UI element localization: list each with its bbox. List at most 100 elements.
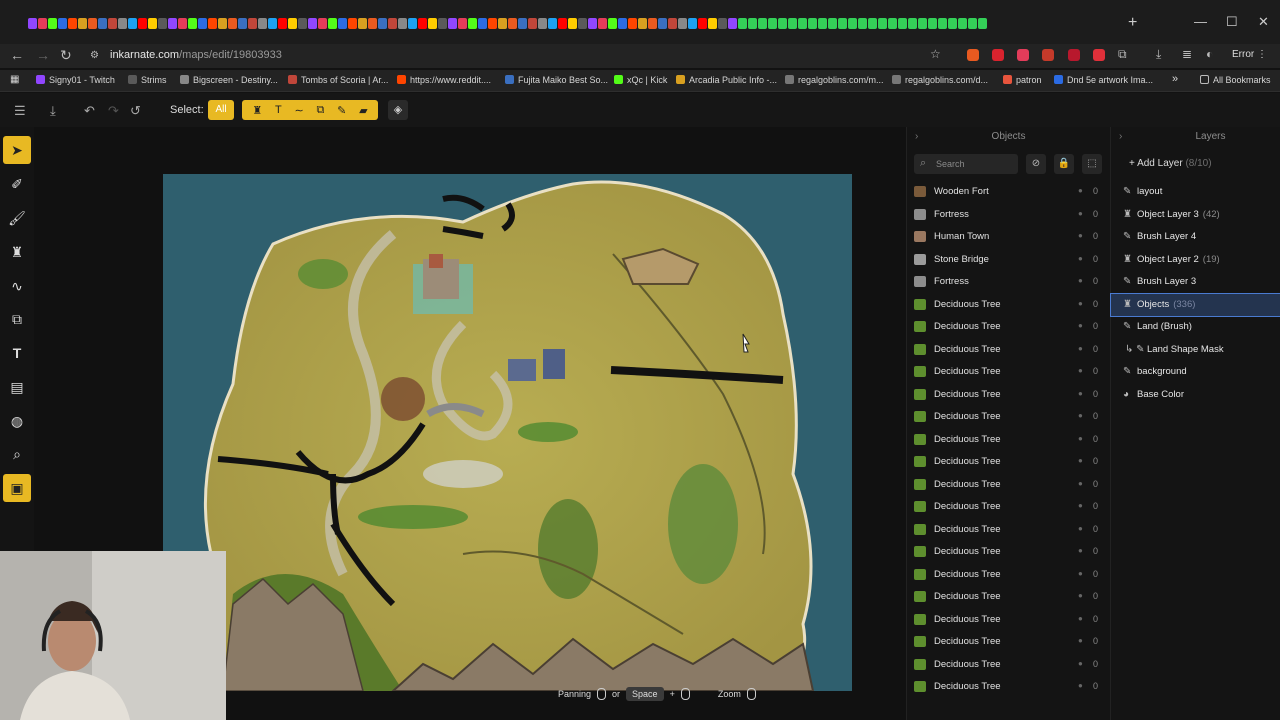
visibility-dot-icon[interactable]: ● bbox=[1078, 344, 1083, 353]
redo-icon[interactable]: ↷ bbox=[108, 103, 119, 119]
tab-favicon-icon[interactable] bbox=[128, 18, 137, 29]
tab-favicon-icon[interactable] bbox=[368, 18, 377, 29]
tab-favicon-icon[interactable] bbox=[888, 18, 897, 29]
hide-visibility-icon[interactable]: ⊘ bbox=[1026, 154, 1046, 174]
reading-list-icon[interactable]: ≣ bbox=[1182, 47, 1192, 61]
tab-favicon-icon[interactable] bbox=[538, 18, 547, 29]
all-bookmarks-link[interactable]: All Bookmarks bbox=[1200, 75, 1271, 85]
visibility-dot-icon[interactable]: ● bbox=[1078, 591, 1083, 600]
tab-favicon-icon[interactable] bbox=[228, 18, 237, 29]
brush-tool-icon[interactable]: 🖌 bbox=[3, 204, 31, 232]
visibility-dot-icon[interactable]: ● bbox=[1078, 681, 1083, 690]
site-info-icon[interactable]: ⚙ bbox=[90, 50, 99, 61]
tab-favicon-icon[interactable] bbox=[758, 18, 767, 29]
object-list-item[interactable]: Deciduous Tree ● 0 bbox=[907, 406, 1111, 429]
tab-favicon-icon[interactable] bbox=[468, 18, 477, 29]
map-image[interactable] bbox=[163, 174, 852, 691]
select-all-button[interactable]: All bbox=[208, 100, 234, 120]
tab-favicon-icon[interactable] bbox=[168, 18, 177, 29]
tab-favicon-icon[interactable] bbox=[568, 18, 577, 29]
bookmark-link[interactable]: Bigscreen - Destiny... bbox=[180, 75, 278, 85]
tab-favicon-icon[interactable] bbox=[88, 18, 97, 29]
tab-favicon-icon[interactable] bbox=[598, 18, 607, 29]
new-tab-icon[interactable]: + bbox=[1128, 14, 1137, 32]
tab-favicon-icon[interactable] bbox=[388, 18, 397, 29]
error-button[interactable]: Error ⋮ bbox=[1232, 49, 1267, 60]
tab-favicon-icon[interactable] bbox=[438, 18, 447, 29]
layer-item[interactable]: ✎ layout bbox=[1111, 181, 1280, 204]
tab-favicon-icon[interactable] bbox=[138, 18, 147, 29]
tab-favicon-icon[interactable] bbox=[308, 18, 317, 29]
tab-favicon-icon[interactable] bbox=[898, 18, 907, 29]
visibility-dot-icon[interactable]: ● bbox=[1078, 209, 1083, 218]
tab-favicon-icon[interactable] bbox=[638, 18, 647, 29]
tab-favicon-icon[interactable] bbox=[298, 18, 307, 29]
bookmark-link[interactable]: regalgoblins.com/m... bbox=[785, 75, 884, 85]
tab-favicon-icon[interactable] bbox=[688, 18, 697, 29]
maximize-icon[interactable]: ☐ bbox=[1226, 14, 1238, 30]
visibility-dot-icon[interactable]: ● bbox=[1078, 299, 1083, 308]
tab-favicon-icon[interactable] bbox=[958, 18, 967, 29]
tab-favicon-icon[interactable] bbox=[58, 18, 67, 29]
document-tool-icon[interactable]: ▤ bbox=[3, 373, 31, 401]
tab-favicon-icon[interactable] bbox=[508, 18, 517, 29]
bookmark-link[interactable]: Signy01 - Twitch bbox=[36, 75, 115, 85]
object-list-item[interactable]: Fortress ● 0 bbox=[907, 204, 1111, 227]
pointer-tool-icon[interactable]: ➤ bbox=[3, 136, 31, 164]
add-layer-button[interactable]: + Add Layer (8/10) bbox=[1117, 154, 1275, 174]
reload-icon[interactable]: ↻ bbox=[60, 47, 72, 64]
object-list-item[interactable]: Deciduous Tree ● 0 bbox=[907, 474, 1111, 497]
tab-favicon-icon[interactable] bbox=[978, 18, 987, 29]
close-window-icon[interactable]: ✕ bbox=[1258, 14, 1269, 30]
url-field[interactable]: inkarnate.com/maps/edit/19803933 bbox=[110, 49, 282, 61]
human-town-object[interactable] bbox=[508, 359, 536, 381]
path-tool-icon[interactable]: ∿ bbox=[3, 272, 31, 300]
tab-favicon-icon[interactable] bbox=[658, 18, 667, 29]
tab-favicon-icon[interactable] bbox=[38, 18, 47, 29]
tab-favicon-icon[interactable] bbox=[118, 18, 127, 29]
tab-favicon-icon[interactable] bbox=[648, 18, 657, 29]
layer-item[interactable]: ♜ Objects (336) bbox=[1110, 292, 1280, 317]
chevron-right-icon[interactable]: › bbox=[1119, 131, 1122, 142]
tab-favicon-icon[interactable] bbox=[778, 18, 787, 29]
visibility-dot-icon[interactable]: ● bbox=[1078, 254, 1083, 263]
visibility-dot-icon[interactable]: ● bbox=[1078, 389, 1083, 398]
visibility-dot-icon[interactable]: ● bbox=[1078, 546, 1083, 555]
tab-favicon-icon[interactable] bbox=[948, 18, 957, 29]
tab-favicon-icon[interactable] bbox=[48, 18, 57, 29]
extensions-puzzle-icon[interactable]: ⧉ bbox=[1118, 47, 1127, 62]
tab-favicon-icon[interactable] bbox=[268, 18, 277, 29]
tab-favicon-icon[interactable] bbox=[718, 18, 727, 29]
tab-favicon-icon[interactable] bbox=[68, 18, 77, 29]
tab-favicon-icon[interactable] bbox=[28, 18, 37, 29]
tab-favicon-icon[interactable] bbox=[328, 18, 337, 29]
object-list-item[interactable]: Wooden Fort ● 0 bbox=[907, 181, 1111, 204]
tab-favicon-icon[interactable] bbox=[838, 18, 847, 29]
visibility-dot-icon[interactable]: ● bbox=[1078, 276, 1083, 285]
extension-icon[interactable] bbox=[1042, 49, 1054, 61]
visibility-dot-icon[interactable]: ● bbox=[1078, 636, 1083, 645]
bookmark-link[interactable]: Arcadia Public Info -... bbox=[676, 75, 777, 85]
object-list-item[interactable]: Deciduous Tree ● 0 bbox=[907, 564, 1111, 587]
tab-favicon-icon[interactable] bbox=[548, 18, 557, 29]
tab-favicon-icon[interactable] bbox=[708, 18, 717, 29]
tab-favicon-icon[interactable] bbox=[158, 18, 167, 29]
bookmark-link[interactable]: patron bbox=[1003, 75, 1042, 85]
visibility-dot-icon[interactable]: ● bbox=[1078, 411, 1083, 420]
tab-favicon-icon[interactable] bbox=[528, 18, 537, 29]
tab-favicon-icon[interactable] bbox=[428, 18, 437, 29]
object-search[interactable]: ⌕ bbox=[914, 154, 1018, 174]
layer-item[interactable]: ✎ Brush Layer 3 bbox=[1111, 271, 1280, 294]
tab-favicon-icon[interactable] bbox=[668, 18, 677, 29]
tab-favicon-icon[interactable] bbox=[798, 18, 807, 29]
layer-item[interactable]: ◕ Base Color bbox=[1111, 384, 1280, 407]
tab-favicon-icon[interactable] bbox=[518, 18, 527, 29]
tab-favicon-icon[interactable] bbox=[408, 18, 417, 29]
bookmark-link[interactable]: Tombs of Scoria | Ar... bbox=[288, 75, 388, 85]
object-list-item[interactable]: Deciduous Tree ● 0 bbox=[907, 361, 1111, 384]
tab-favicon-icon[interactable] bbox=[818, 18, 827, 29]
profile-icon[interactable]: ◐ bbox=[1206, 47, 1213, 61]
tab-favicon-icon[interactable] bbox=[278, 18, 287, 29]
object-list-item[interactable]: Deciduous Tree ● 0 bbox=[907, 384, 1111, 407]
tab-favicon-icon[interactable] bbox=[768, 18, 777, 29]
